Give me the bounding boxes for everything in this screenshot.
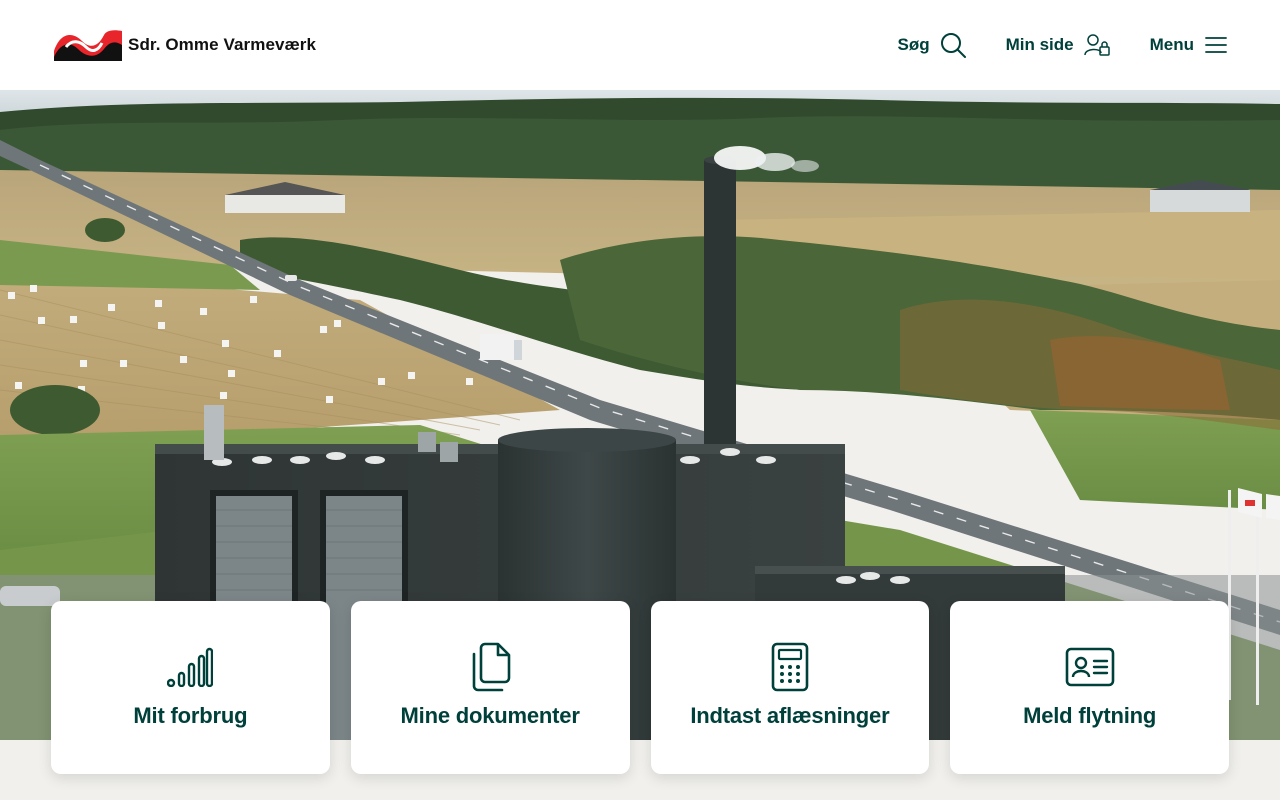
quick-actions: Mit forbrug Mine dokumenter Indtast aflæ… — [51, 601, 1229, 774]
logo-mark-icon — [54, 30, 122, 61]
search-icon — [940, 33, 966, 58]
my-page-label: Min side — [1005, 35, 1074, 54]
calculator-icon — [771, 642, 809, 692]
card-label: Mine dokumenter — [400, 703, 580, 728]
hamburger-icon — [1205, 37, 1227, 53]
card-mine-dokumenter[interactable]: Mine dokumenter — [350, 601, 630, 774]
card-label: Mit forbrug — [133, 703, 248, 728]
logo-text: Sdr. Omme Varmeværk — [128, 35, 317, 54]
id-card-icon — [1065, 647, 1114, 687]
site-logo[interactable]: Sdr. Omme Varmeværk — [52, 27, 316, 63]
card-meld-flytning[interactable]: Meld flytning — [950, 601, 1229, 774]
menu-label: Menu — [1149, 35, 1194, 54]
signal-bars-icon — [167, 647, 214, 687]
card-indtast-aflaesninger[interactable]: Indtast aflæsninger — [650, 601, 930, 774]
user-lock-icon — [1083, 34, 1110, 56]
site-header: Sdr. Omme Varmeværk Søg Min side Menu — [0, 0, 1280, 90]
my-page-button[interactable]: Min side — [1006, 33, 1110, 57]
documents-icon — [472, 642, 511, 692]
search-label: Søg — [897, 35, 930, 54]
card-label: Indtast aflæsninger — [690, 703, 890, 728]
menu-button[interactable]: Menu — [1150, 35, 1228, 55]
card-mit-forbrug[interactable]: Mit forbrug — [51, 601, 330, 774]
main-nav: Søg Min side Menu — [897, 32, 1228, 58]
card-label: Meld flytning — [1023, 703, 1157, 728]
search-button[interactable]: Søg — [897, 32, 966, 58]
